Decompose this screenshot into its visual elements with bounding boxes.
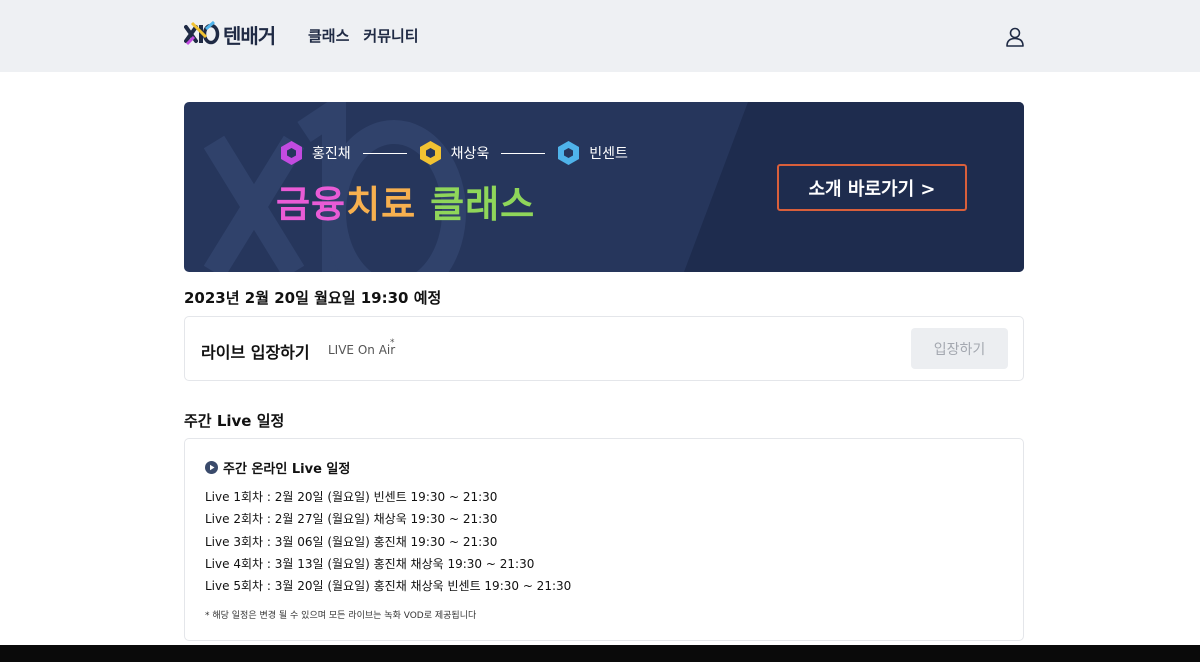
nav-community[interactable]: 커뮤니티 — [363, 25, 418, 46]
schedule-heading: 주간 온라인 Live 일정 — [205, 458, 350, 477]
instructor-name: 홍진채 — [312, 146, 351, 162]
schedule-card: 주간 온라인 Live 일정 Live 1회차 : 2월 20일 (월요일) 빈… — [184, 438, 1024, 641]
bottom-edge — [0, 645, 1200, 662]
list-item: Live 4회차 : 3월 13일 (월요일) 홍진채 채상욱 19:30 ~ … — [205, 556, 535, 571]
list-item: Live 1회차 : 2월 20일 (월요일) 빈센트 19:30 ~ 21:3… — [205, 490, 498, 504]
live-title: 라이브 입장하기 — [201, 343, 310, 362]
hexagon-icon — [281, 141, 302, 165]
hexagon-icon — [419, 141, 441, 165]
play-icon — [205, 461, 218, 474]
intro-link-button[interactable]: 소개 바로가기 > — [777, 164, 967, 211]
promo-banner[interactable]: 홍진채 채상욱 빈센트 금융치료 클래스 소개 바로가기 > — [184, 102, 1024, 272]
live-status-mark: * — [390, 338, 395, 348]
schedule-section-title: 주간 Live 일정 — [184, 412, 285, 430]
logo[interactable]: 텐배거 — [184, 19, 276, 49]
separator-line — [501, 152, 546, 154]
separator-line — [362, 152, 407, 154]
nav-classes[interactable]: 클래스 — [308, 25, 349, 46]
list-item: Live 2회차 : 2월 27일 (월요일) 채상욱 19:30 ~ 21:3… — [205, 512, 498, 527]
instructor-3: 빈센트 — [557, 140, 628, 166]
schedule-heading-text: 주간 온라인 Live 일정 — [223, 462, 351, 477]
schedule-list: Live 1회차 : 2월 20일 (월요일) 빈센트 19:30 ~ 21:3… — [205, 486, 571, 597]
instructor-1: 홍진채 — [280, 140, 351, 166]
user-icon[interactable] — [1004, 26, 1026, 48]
live-entry-card: 라이브 입장하기 LIVE On Air * 입장하기 — [184, 316, 1024, 381]
logo-text: 텐배거 — [223, 23, 276, 48]
schedule-note: * 해당 일정은 변경 될 수 있으며 모든 라이브는 녹화 VOD로 제공됩니… — [205, 611, 477, 621]
banner-title: 금융치료 클래스 — [276, 183, 536, 226]
main-nav: 클래스 커뮤니티 — [308, 25, 419, 46]
list-item: Live 3회차 : 3월 06일 (월요일) 홍진채 19:30 ~ 21:3… — [205, 534, 498, 549]
instructor-2: 채상욱 — [419, 140, 490, 166]
instructor-row: 홍진채 채상욱 빈센트 — [280, 140, 628, 166]
instructor-name: 빈센트 — [589, 146, 628, 162]
hexagon-icon — [558, 141, 580, 165]
top-header: 텐배거 클래스 커뮤니티 — [0, 0, 1200, 72]
live-date: 2023년 2월 20일 월요일 19:30 예정 — [184, 289, 442, 307]
enter-button[interactable]: 입장하기 — [911, 328, 1008, 369]
logo-icon — [184, 20, 220, 46]
instructor-name: 채상욱 — [450, 146, 490, 162]
list-item: Live 5회차 : 3월 20일 (월요일) 홍진채 채상욱 빈센트 19:3… — [205, 579, 572, 594]
live-status: LIVE On Air — [328, 343, 396, 357]
